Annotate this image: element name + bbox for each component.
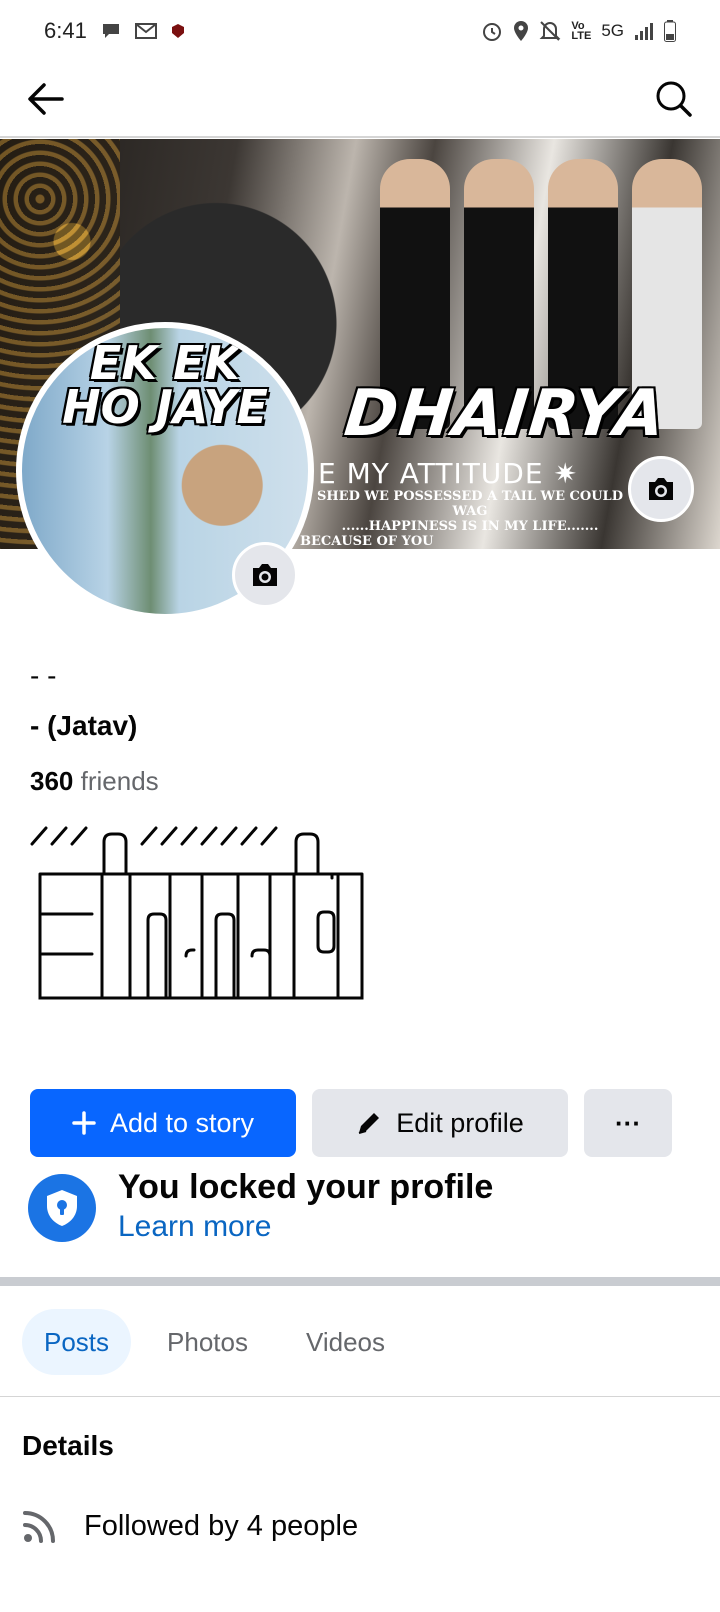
name-decoration: - -: [30, 660, 57, 691]
friends-count[interactable]: 360 friends: [30, 766, 159, 797]
tabs-divider: [0, 1396, 720, 1397]
locked-profile-title: You locked your profile: [118, 1168, 494, 1206]
chat-icon: [101, 22, 121, 40]
cover-subtitle: E MY ATTITUDE ✷: [318, 457, 578, 490]
volte-icon: Vo LTE: [571, 20, 592, 42]
tab-posts[interactable]: Posts: [22, 1309, 132, 1375]
friends-number: 360: [30, 766, 74, 796]
section-divider: [0, 1277, 720, 1286]
edit-cover-button[interactable]: [628, 456, 694, 522]
followed-by-row[interactable]: Followed by 4 people: [22, 1508, 358, 1544]
bio-art: [30, 826, 364, 1000]
friends-label: friends: [80, 766, 159, 796]
edit-profile-picture-button[interactable]: [232, 542, 298, 608]
search-button[interactable]: [652, 77, 696, 121]
edit-profile-button[interactable]: Edit profile: [312, 1089, 568, 1157]
edit-profile-label: Edit profile: [396, 1107, 524, 1138]
search-icon: [656, 81, 692, 117]
details-heading: Details: [22, 1430, 114, 1461]
more-options-button[interactable]: ···: [584, 1089, 672, 1157]
avatar-text-2: HO JAYE: [62, 380, 268, 434]
profile-tabs: Posts Photos Videos: [22, 1309, 407, 1375]
mute-icon: [539, 20, 561, 42]
rss-icon: [23, 1511, 55, 1543]
signal-icon: [634, 21, 654, 41]
camera-icon: [649, 478, 673, 500]
location-icon: [513, 20, 529, 42]
shield-lock-icon: [28, 1174, 96, 1242]
status-time: 6:41: [44, 18, 87, 43]
plus-icon: [72, 1111, 96, 1135]
learn-more-link[interactable]: Learn more: [118, 1210, 271, 1244]
alarm-icon: [481, 20, 503, 42]
cover-tagline: SHED WE POSSESSED A TAIL WE COULD WAG ..…: [300, 489, 623, 549]
gmail-icon: [134, 23, 157, 39]
more-icon: ···: [615, 1107, 641, 1138]
followed-by-text: Followed by 4 people: [84, 1509, 359, 1542]
arrow-left-icon: [28, 83, 64, 115]
tab-photos[interactable]: Photos: [145, 1309, 270, 1375]
app-icon: [171, 23, 185, 39]
battery-icon: [664, 20, 676, 42]
profile-name: - (Jatav): [30, 710, 138, 741]
add-to-story-button[interactable]: Add to story: [30, 1089, 296, 1157]
add-to-story-label: Add to story: [109, 1107, 255, 1138]
network-type: 5G: [601, 21, 624, 40]
app-bar: [0, 62, 720, 138]
cover-title: DHAIRYA: [341, 377, 670, 451]
tab-videos[interactable]: Videos: [284, 1309, 407, 1375]
status-bar: 6:41 Vo LTE 5G: [0, 0, 720, 62]
back-button[interactable]: [24, 77, 68, 121]
pencil-icon: [358, 1113, 380, 1134]
camera-icon: [253, 564, 277, 586]
